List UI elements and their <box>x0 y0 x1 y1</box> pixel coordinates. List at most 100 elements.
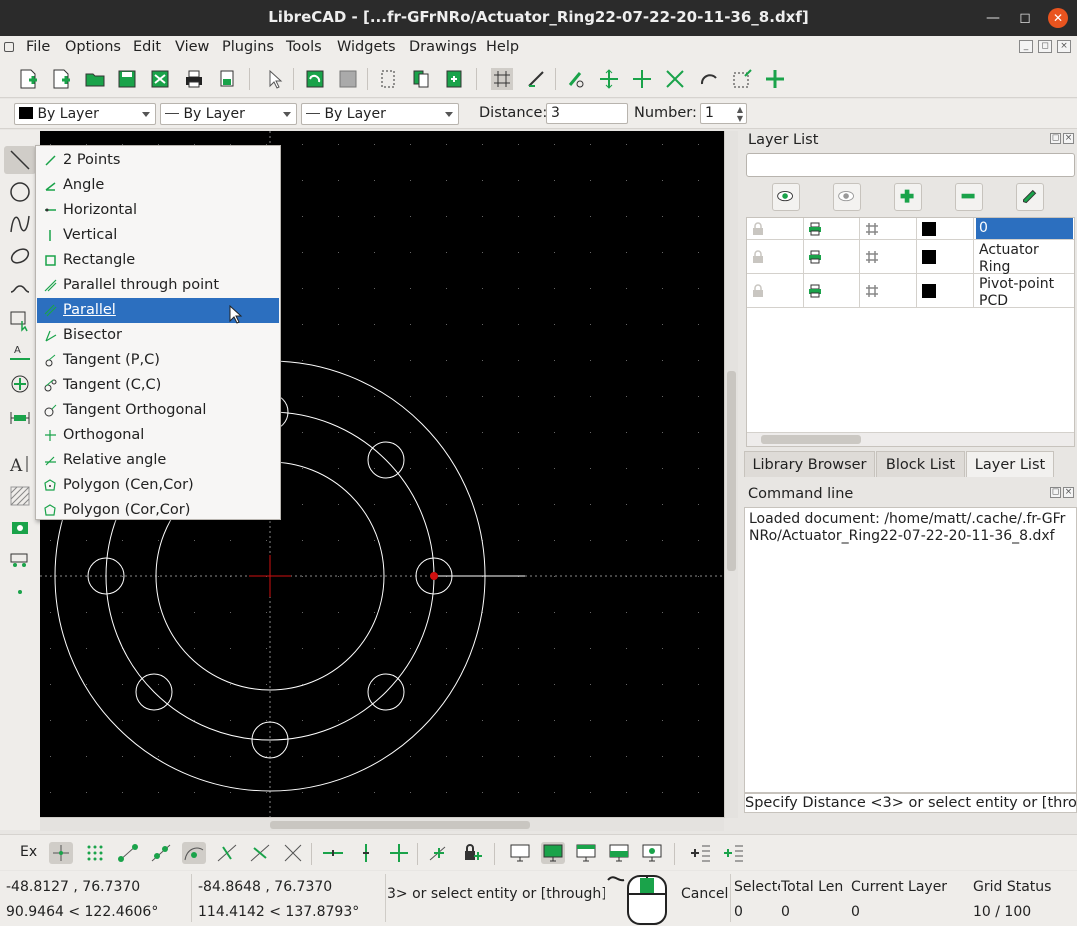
command-input[interactable]: Specify Distance <3> or select entity or… <box>744 793 1077 813</box>
menu-file[interactable]: File <box>26 39 50 55</box>
app-menu-icon[interactable] <box>4 42 14 52</box>
line-menu-item[interactable]: Tangent Orthogonal <box>37 398 279 423</box>
line-menu-item[interactable]: Vertical <box>37 223 279 248</box>
zoom-in-icon[interactable] <box>598 68 620 90</box>
text-tool-icon[interactable]: A <box>8 452 32 476</box>
layer-cell[interactable] <box>747 274 804 307</box>
save-as-icon[interactable] <box>149 68 171 90</box>
layer-filter-input[interactable] <box>746 153 1075 177</box>
line-menu-item[interactable]: 2 Points <box>37 148 279 173</box>
layer-row[interactable]: Actuator Ring <box>747 240 1074 275</box>
float-icon[interactable]: ◻ <box>1050 487 1061 498</box>
modify-tool-icon[interactable] <box>8 372 32 396</box>
polyline-tool-icon[interactable] <box>8 276 32 300</box>
snap-free-button[interactable] <box>49 842 73 864</box>
line-menu-item[interactable]: Relative angle <box>37 448 279 473</box>
mdi-restore-icon[interactable]: ◻ <box>1038 40 1052 53</box>
select-pointer-icon[interactable] <box>264 68 286 90</box>
canvas-vertical-scrollbar[interactable] <box>724 131 738 818</box>
circle-tool-icon[interactable] <box>8 180 32 204</box>
paste-icon[interactable] <box>443 68 465 90</box>
print-preview-icon[interactable] <box>216 68 238 90</box>
zoom-previous-icon[interactable] <box>698 68 720 90</box>
menu-widgets[interactable]: Widgets <box>337 39 396 55</box>
zoom-window-icon[interactable] <box>731 68 753 90</box>
line-menu-item[interactable]: Angle <box>37 173 279 198</box>
show-all-layers-button[interactable] <box>772 183 800 211</box>
scroll-handle[interactable] <box>270 821 530 829</box>
linetype-select[interactable]: By Layer <box>160 103 297 125</box>
layer-row[interactable]: 0 <box>747 218 1074 240</box>
new-file-icon[interactable] <box>17 68 39 90</box>
mdi-minimize-icon[interactable]: _ <box>1019 40 1033 53</box>
layer-cell[interactable] <box>917 240 974 273</box>
layer-row[interactable]: Pivot-point PCD <box>747 274 1074 309</box>
hide-all-layers-button[interactable] <box>833 183 861 211</box>
mdi-close-icon[interactable]: × <box>1057 40 1071 53</box>
layer-cell[interactable] <box>860 240 917 273</box>
zoom-out-icon[interactable] <box>631 68 653 90</box>
tab-block-list[interactable]: Block List <box>876 451 965 477</box>
layer-table-scrollbar[interactable] <box>747 432 1074 446</box>
menu-plugins[interactable]: Plugins <box>222 39 274 55</box>
layer-cell[interactable] <box>803 274 860 307</box>
set-relative-zero-button[interactable] <box>427 842 451 864</box>
copy-icon[interactable] <box>410 68 432 90</box>
menu-view[interactable]: View <box>175 39 209 55</box>
line-menu-item[interactable]: Bisector <box>37 323 279 348</box>
menu-edit[interactable]: Edit <box>133 39 161 55</box>
zoom-auto-icon[interactable] <box>664 68 686 90</box>
snap-on-entity-button[interactable] <box>149 842 173 864</box>
block-tool-icon[interactable] <box>8 548 32 572</box>
view-mode-4-button[interactable] <box>640 842 664 864</box>
menu-options[interactable]: Options <box>65 39 121 55</box>
print-icon[interactable] <box>183 68 205 90</box>
zoom-pan-icon[interactable] <box>764 68 786 90</box>
remove-view-button[interactable] <box>722 842 746 864</box>
snap-distance-button[interactable] <box>248 842 272 864</box>
layer-cell[interactable] <box>917 274 974 307</box>
add-view-button[interactable] <box>689 842 713 864</box>
line-menu-item[interactable]: Horizontal <box>37 198 279 223</box>
hatch-tool-icon[interactable] <box>8 484 32 508</box>
canvas-horizontal-scrollbar[interactable] <box>40 817 724 831</box>
view-mode-3-button[interactable] <box>607 842 631 864</box>
line-menu-item[interactable]: Parallel through point <box>37 273 279 298</box>
spin-arrows-icon[interactable]: ▲ ▼ <box>737 105 743 123</box>
exclusive-snap-label[interactable]: Ex <box>20 844 37 860</box>
menu-drawings[interactable]: Drawings <box>409 39 477 55</box>
edit-layer-button[interactable] <box>1016 183 1044 211</box>
snap-endpoint-button[interactable] <box>116 842 140 864</box>
menu-tools[interactable]: Tools <box>286 39 322 55</box>
image-tool-icon[interactable] <box>8 516 32 540</box>
layer-name[interactable]: Actuator Ring <box>976 240 1073 275</box>
layer-cell[interactable] <box>860 218 917 239</box>
new-from-template-icon[interactable] <box>50 68 72 90</box>
layer-name[interactable]: Pivot-point PCD <box>976 274 1073 309</box>
snap-intersection-button[interactable] <box>281 842 305 864</box>
layer-cell[interactable] <box>803 218 860 239</box>
view-mode-2-button[interactable] <box>574 842 598 864</box>
line-menu-item[interactable]: Polygon (Cor,Cor) <box>37 498 279 523</box>
line-menu-item[interactable]: Tangent (C,C) <box>37 373 279 398</box>
line-menu-item[interactable]: Rectangle <box>37 248 279 273</box>
maximize-button[interactable]: ◻ <box>1015 8 1035 28</box>
cut-icon[interactable] <box>377 68 399 90</box>
close-button[interactable]: ✕ <box>1048 8 1068 28</box>
measure-tool-icon[interactable] <box>8 404 32 428</box>
redo-icon[interactable] <box>337 68 359 90</box>
layer-cell[interactable] <box>803 240 860 273</box>
restrict-orthogonal-button[interactable] <box>387 842 411 864</box>
tab-layer-list[interactable]: Layer List <box>966 451 1054 477</box>
distance-field[interactable]: 3 <box>546 103 628 124</box>
draft-mode-icon[interactable] <box>525 68 547 90</box>
layer-cell[interactable] <box>747 240 804 273</box>
dimension-tool-icon[interactable]: A <box>8 340 32 364</box>
ellipse-tool-icon[interactable] <box>8 244 32 268</box>
scroll-handle[interactable] <box>727 371 736 571</box>
add-layer-button[interactable] <box>894 183 922 211</box>
snap-center-button[interactable] <box>182 842 206 864</box>
restrict-horizontal-button[interactable] <box>321 842 345 864</box>
point-tool-icon[interactable] <box>8 580 32 604</box>
snap-middle-button[interactable] <box>215 842 239 864</box>
